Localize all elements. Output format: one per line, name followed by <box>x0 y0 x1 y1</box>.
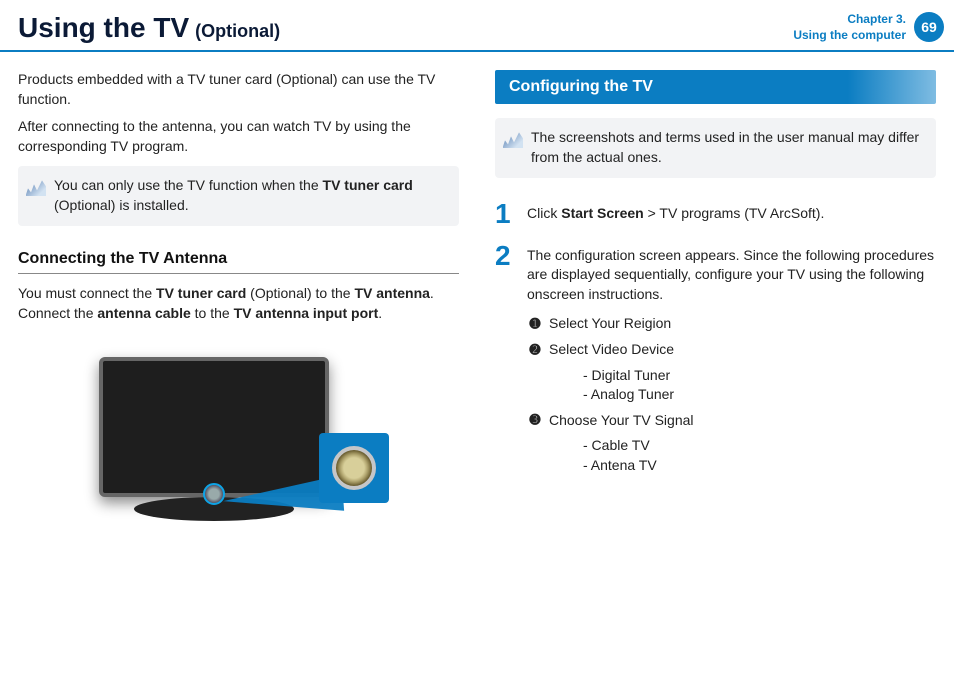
content-columns: Products embedded with a TV tuner card (… <box>0 52 954 545</box>
step1-text-c: > TV programs (TV ArcSoft). <box>644 205 825 221</box>
antenna-text-a: You must connect the <box>18 285 156 301</box>
note-text-bold: TV tuner card <box>323 177 413 193</box>
circled-number-1-icon: ➊ <box>527 314 543 334</box>
circled-step-2-sub1: - Digital Tuner <box>583 366 936 386</box>
circled-step-3: ➌ Choose Your TV Signal <box>527 411 936 431</box>
antenna-text-c: (Optional) to the <box>246 285 354 301</box>
antenna-text-h: TV antenna input port <box>234 305 379 321</box>
intro-paragraph-2: After connecting to the antenna, you can… <box>18 117 459 156</box>
circled-step-2: ➋ Select Video Device <box>527 340 936 360</box>
circled-steps-list: ➊ Select Your Reigion ➋ Select Video Dev… <box>527 314 936 475</box>
antenna-paragraph: You must connect the TV tuner card (Opti… <box>18 284 459 323</box>
chapter-line-2: Using the computer <box>793 28 906 44</box>
note-box-screenshots: The screenshots and terms used in the us… <box>495 118 936 177</box>
circled-step-3-text: Choose Your TV Signal <box>549 411 694 431</box>
antenna-text-d: TV antenna <box>354 285 429 301</box>
note-text-suffix: (Optional) is installed. <box>54 197 189 213</box>
step-1-body: Click Start Screen > TV programs (TV Arc… <box>527 200 936 228</box>
header-right: Chapter 3. Using the computer 69 <box>793 12 944 43</box>
antenna-text-g: to the <box>191 305 234 321</box>
circled-step-1-text: Select Your Reigion <box>549 314 671 334</box>
section-banner-configuring: Configuring the TV <box>495 70 936 104</box>
circled-step-2-sub2: - Analog Tuner <box>583 385 936 405</box>
antenna-text-b: TV tuner card <box>156 285 246 301</box>
circled-step-1: ➊ Select Your Reigion <box>527 314 936 334</box>
page-header: Using the TV (Optional) Chapter 3. Using… <box>0 0 954 52</box>
circled-step-3-sub2: - Antena TV <box>583 456 936 476</box>
chapter-line-1: Chapter 3. <box>793 12 906 28</box>
antenna-port-zoom-icon <box>319 433 389 503</box>
chapter-label: Chapter 3. Using the computer <box>793 12 906 43</box>
note-text-prefix: You can only use the TV function when th… <box>54 177 323 193</box>
step-2-body: The configuration screen appears. Since … <box>527 242 936 305</box>
subheading-connecting-antenna: Connecting the TV Antenna <box>18 248 459 274</box>
step1-text-b: Start Screen <box>561 205 643 221</box>
product-image <box>89 347 389 527</box>
step1-text-a: Click <box>527 205 561 221</box>
step-number-2: 2 <box>495 242 515 305</box>
circled-number-2-icon: ➋ <box>527 340 543 360</box>
step-number-1: 1 <box>495 200 515 228</box>
right-column: Configuring the TV The screenshots and t… <box>495 70 936 527</box>
note-screenshots-text: The screenshots and terms used in the us… <box>531 129 919 165</box>
page-title-suffix: (Optional) <box>195 21 280 42</box>
step-2: 2 The configuration screen appears. Sinc… <box>495 242 936 305</box>
note-box-tuner: You can only use the TV function when th… <box>18 166 459 225</box>
page-title: Using the TV <box>18 12 189 44</box>
monitor-back-icon <box>99 357 329 497</box>
circled-step-2-text: Select Video Device <box>549 340 674 360</box>
step-1: 1 Click Start Screen > TV programs (TV A… <box>495 200 936 228</box>
intro-paragraph-1: Products embedded with a TV tuner card (… <box>18 70 459 109</box>
antenna-text-i: . <box>378 305 382 321</box>
page-number-badge: 69 <box>914 12 944 42</box>
circled-number-3-icon: ➌ <box>527 411 543 431</box>
page-title-group: Using the TV (Optional) <box>18 12 280 44</box>
antenna-text-f: antenna cable <box>97 305 190 321</box>
circled-step-3-sub1: - Cable TV <box>583 436 936 456</box>
left-column: Products embedded with a TV tuner card (… <box>18 70 459 527</box>
